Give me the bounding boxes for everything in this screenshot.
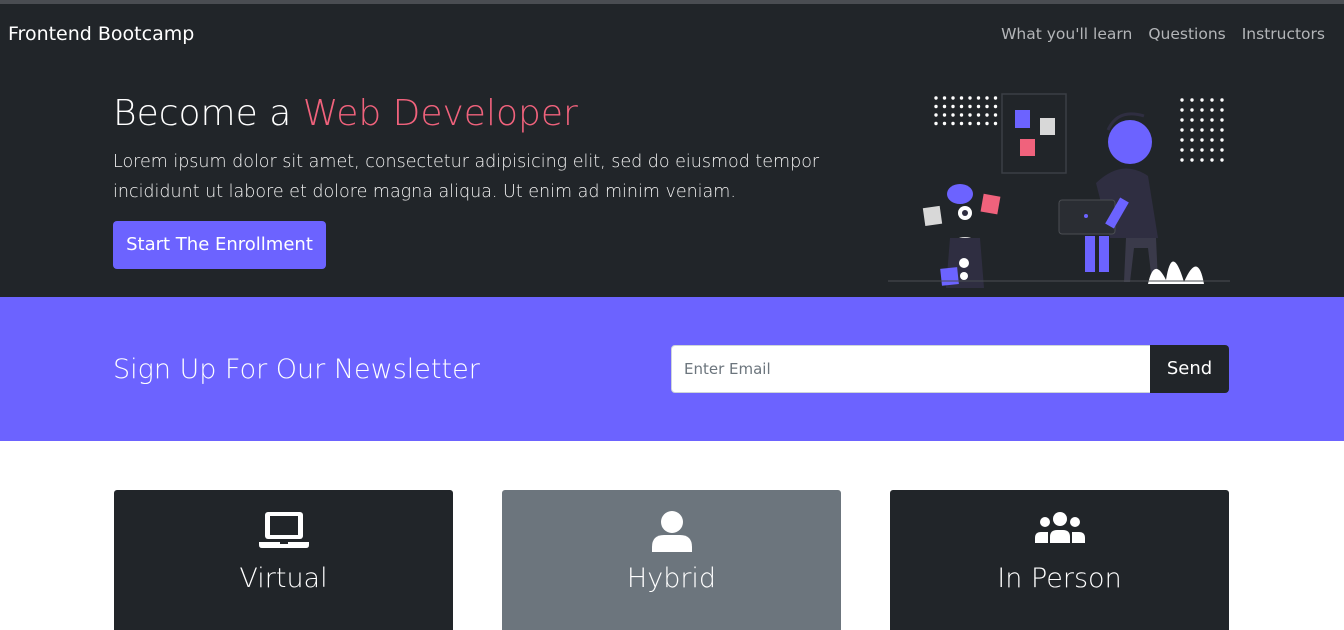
decorative-dot	[968, 104, 972, 109]
decorative-dot	[993, 113, 998, 117]
decorative-dot	[951, 113, 955, 117]
decorative-dot	[959, 96, 964, 100]
decorative-dot	[1210, 98, 1214, 102]
decorative-dot	[1220, 98, 1224, 102]
decorative-dot	[1190, 138, 1194, 142]
card-in-person: In Person	[890, 490, 1229, 630]
card-title-in-person: In Person	[997, 563, 1122, 594]
decorative-dot	[1200, 98, 1204, 102]
decorative-dot	[1190, 98, 1194, 102]
decorative-dot	[1210, 148, 1214, 152]
nav-link-instructors[interactable]: Instructors	[1242, 25, 1325, 43]
decorative-dot	[1220, 128, 1224, 132]
decorative-dot	[942, 96, 947, 100]
decorative-dot	[1220, 118, 1224, 122]
hero-section: Become a Web Developer Lorem ipsum dolor…	[0, 66, 1344, 297]
decorative-dot	[1200, 138, 1204, 142]
decorative-dot	[1210, 128, 1214, 132]
decorative-dot	[1200, 108, 1204, 112]
dot-grid-right-decoration	[1180, 98, 1224, 162]
decorative-dot	[1200, 148, 1204, 152]
send-button[interactable]: Send	[1150, 345, 1229, 393]
newsletter-section: Sign Up For Our Newsletter Send	[0, 297, 1344, 441]
decorative-dot	[976, 96, 981, 100]
hero-title-prefix: Become a	[113, 93, 303, 134]
decorative-dot	[1180, 138, 1184, 142]
decorative-dot	[985, 104, 989, 109]
decorative-dot	[1190, 148, 1194, 152]
decorative-dot	[1180, 128, 1184, 132]
decorative-dot	[1200, 128, 1204, 132]
decorative-dot	[976, 113, 981, 117]
decorative-dot	[959, 104, 964, 109]
decorative-dot	[1180, 158, 1184, 162]
decorative-dot	[1180, 148, 1184, 152]
hero-illustration	[888, 93, 1230, 288]
decorative-dot	[993, 96, 998, 100]
navbar: Frontend Bootcamp What you'll learn Ques…	[0, 4, 1344, 66]
decorative-dot	[934, 121, 938, 126]
decorative-dot	[1220, 158, 1224, 162]
decorative-dot	[985, 121, 989, 126]
decorative-dot	[951, 96, 955, 100]
decorative-dot	[985, 96, 989, 100]
decorative-dot	[1220, 148, 1224, 152]
card-title-hybrid: Hybrid	[626, 563, 717, 594]
card-hybrid: Hybrid	[502, 490, 841, 630]
decorative-dot	[1210, 108, 1214, 112]
email-input[interactable]	[671, 345, 1151, 393]
decorative-dot	[1210, 118, 1214, 122]
decorative-dot	[951, 104, 955, 109]
decorative-dot	[951, 121, 955, 126]
decorative-dot	[959, 113, 964, 117]
decorative-dot	[934, 96, 938, 100]
decorative-dot	[942, 104, 947, 109]
learning-options-section: Virtual Hybrid In Person	[0, 441, 1344, 630]
nav-link-what-youll-learn[interactable]: What you'll learn	[1001, 25, 1132, 43]
card-virtual: Virtual	[114, 490, 453, 630]
decorative-dot	[976, 121, 981, 126]
card-title-virtual: Virtual	[239, 563, 328, 594]
decorative-dot	[968, 96, 972, 100]
decorative-dot	[1190, 128, 1194, 132]
decorative-dot	[976, 104, 981, 109]
hero-description: Lorem ipsum dolor sit amet, consectetur …	[113, 152, 820, 202]
decorative-dot	[993, 104, 998, 109]
decorative-dot	[968, 113, 972, 117]
decorative-dot	[1220, 138, 1224, 142]
people-icon	[1034, 512, 1085, 543]
person-icon	[651, 511, 692, 552]
decorative-dot	[1220, 108, 1224, 112]
decorative-dot	[1190, 158, 1194, 162]
decorative-dot	[934, 113, 938, 117]
newsletter-title: Sign Up For Our Newsletter	[113, 354, 480, 385]
decorative-dot	[1180, 98, 1184, 102]
decorative-dot	[993, 121, 998, 126]
laptop-icon	[258, 512, 309, 548]
navbar-brand[interactable]: Frontend Bootcamp	[8, 23, 194, 45]
decorative-dot	[1190, 108, 1194, 112]
decorative-dot	[1200, 158, 1204, 162]
decorative-dot	[968, 121, 972, 126]
nav-links: What you'll learn Questions Instructors	[1001, 25, 1325, 43]
decorative-dot	[934, 104, 938, 109]
decorative-dot	[942, 113, 947, 117]
decorative-dot	[1180, 118, 1184, 122]
decorative-dot	[1210, 138, 1214, 142]
decorative-dot	[985, 113, 989, 117]
nav-link-questions[interactable]: Questions	[1148, 25, 1225, 43]
decorative-dot	[1180, 108, 1184, 112]
start-enrollment-button[interactable]: Start The Enrollment	[113, 221, 326, 269]
decorative-dot	[1190, 118, 1194, 122]
dot-grid-left-decoration	[934, 96, 998, 126]
decorative-dot	[942, 121, 947, 126]
hero-title-accent: Web Developer	[302, 93, 578, 134]
decorative-dot	[1200, 118, 1204, 122]
decorative-dot	[1210, 158, 1214, 162]
decorative-dot	[959, 121, 964, 126]
hero-title: Become a Web Developer	[113, 93, 578, 134]
